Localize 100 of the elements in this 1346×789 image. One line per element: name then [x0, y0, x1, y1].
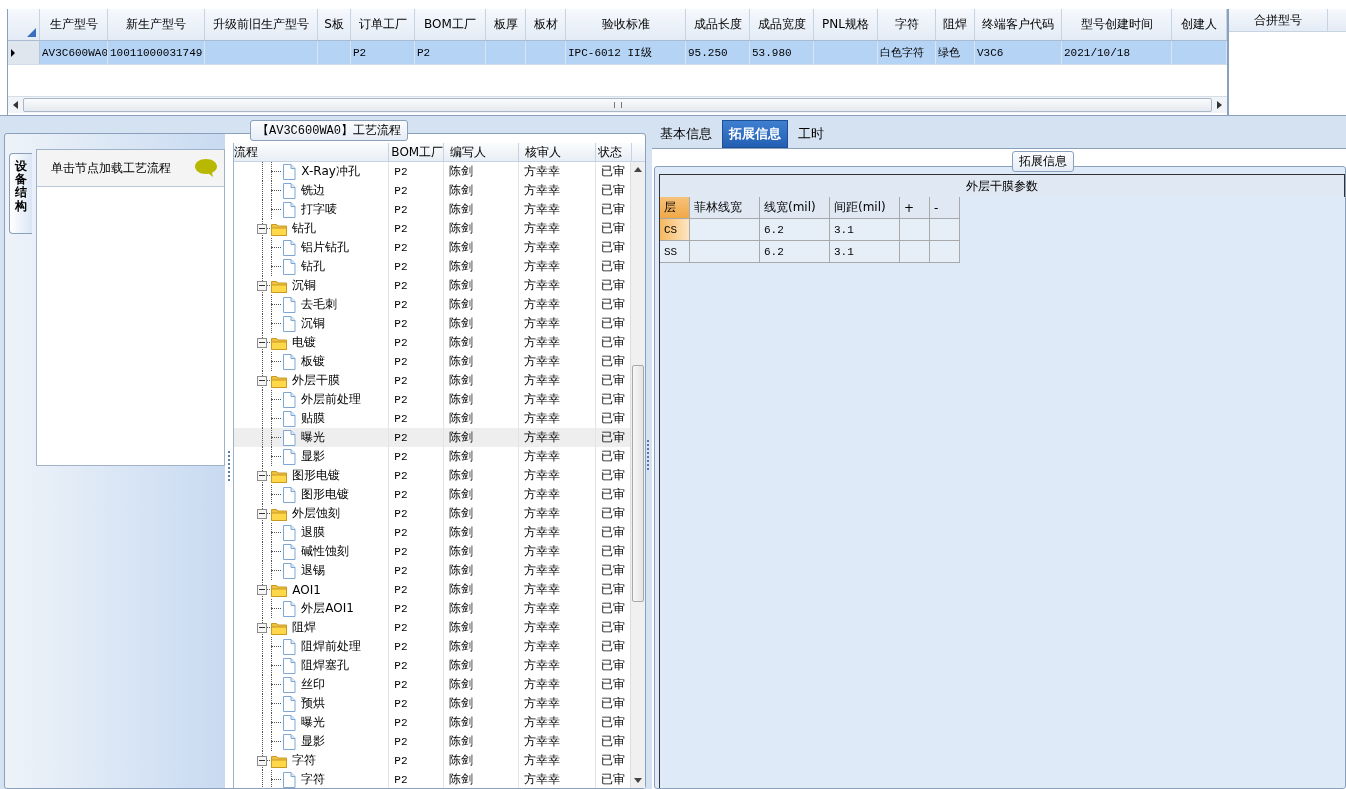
- column-header[interactable]: 订单工厂: [351, 9, 415, 40]
- table-cell: 方幸幸: [524, 391, 561, 408]
- node-label: 外层AOI1: [301, 600, 354, 617]
- table-cell: 已审: [601, 733, 626, 750]
- column-header[interactable]: 线宽(mil): [760, 197, 830, 219]
- column-header[interactable]: 验收标准: [566, 9, 686, 40]
- table-cell-text: IPC-6012 II级: [568, 46, 652, 60]
- column-header[interactable]: 终端客户代码: [975, 9, 1062, 40]
- table-cell: 方幸幸: [524, 581, 561, 598]
- table-cell: P2: [394, 279, 408, 292]
- column-header[interactable]: PNL规格: [814, 9, 878, 40]
- column-header[interactable]: S板: [318, 9, 351, 40]
- table-cell: 方幸幸: [524, 752, 561, 769]
- column-header[interactable]: 间距(mil): [830, 197, 900, 219]
- tab[interactable]: 工时: [792, 120, 830, 148]
- table-cell: 已审: [601, 182, 626, 199]
- table-cell: 已审: [601, 429, 626, 446]
- collapse-icon[interactable]: [257, 223, 268, 234]
- scroll-down-icon[interactable]: [634, 778, 643, 783]
- table-cell: 陈剑: [449, 638, 474, 655]
- table-cell: 陈剑: [449, 619, 474, 636]
- collapse-icon[interactable]: [257, 375, 268, 386]
- table-cell: 已审: [601, 562, 626, 579]
- column-header[interactable]: 成品宽度: [750, 9, 814, 40]
- grid-row[interactable]: AV3C600WA0 10011000031749 P2 P2 IPC-6012 II级 95.250 53.980 白色字符 绿色 V3C6 2021/10/18: [8, 41, 1227, 65]
- column-header[interactable]: BOM工厂: [415, 9, 486, 40]
- table-cell: P2: [394, 507, 408, 520]
- column-header[interactable]: +: [900, 197, 930, 219]
- node-label: 图形电镀: [292, 467, 341, 484]
- column-header[interactable]: 阻焊: [936, 9, 975, 40]
- table-cell: P2: [394, 203, 408, 216]
- column-header[interactable]: 字符: [878, 9, 936, 40]
- collapse-icon[interactable]: [257, 337, 268, 348]
- table-cell: [930, 241, 960, 263]
- column-header[interactable]: 升级前旧生产型号: [205, 9, 318, 40]
- column-header[interactable]: 型号创建时间: [1062, 9, 1172, 40]
- node-label: 贴膜: [301, 410, 326, 427]
- collapse-icon[interactable]: [257, 470, 268, 481]
- document-icon: [282, 638, 297, 655]
- column-header[interactable]: 新生产型号: [108, 9, 205, 40]
- horizontal-scrollbar[interactable]: [8, 96, 1227, 113]
- scroll-left-icon[interactable]: [13, 101, 18, 109]
- column-header[interactable]: -: [930, 197, 960, 219]
- table-cell: 已审: [601, 391, 626, 408]
- side-tab[interactable]: 设备结构: [9, 153, 32, 234]
- document-icon: [282, 201, 297, 218]
- column-header[interactable]: 编写人: [444, 143, 520, 161]
- table-cell: 陈剑: [449, 163, 474, 180]
- document-icon: [282, 714, 297, 731]
- table-cell: 已审: [601, 448, 626, 465]
- column-header[interactable]: 状态: [596, 143, 633, 161]
- column-header[interactable]: 生产型号: [40, 9, 108, 40]
- table-cell: 陈剑: [449, 353, 474, 370]
- column-header[interactable]: 层: [660, 197, 690, 219]
- scroll-up-icon[interactable]: [634, 167, 643, 172]
- column-header[interactable]: 流程: [234, 143, 390, 161]
- row-header[interactable]: CS: [660, 219, 690, 241]
- table-cell: 方幸幸: [524, 467, 561, 484]
- column-header[interactable]: 板厚: [486, 9, 526, 40]
- table-cell: 已审: [601, 334, 626, 351]
- column-header[interactable]: BOM工厂: [389, 143, 445, 161]
- column-header[interactable]: 成品长度: [686, 9, 750, 40]
- document-icon: [282, 410, 297, 427]
- table-cell: 方幸幸: [524, 657, 561, 674]
- row-header[interactable]: SS: [660, 241, 690, 263]
- column-header[interactable]: 菲林线宽: [690, 197, 760, 219]
- column-header[interactable]: 板材: [526, 9, 566, 40]
- node-label: AOI1: [292, 582, 321, 597]
- table-cell: 方幸幸: [524, 315, 561, 332]
- table-cell: 陈剑: [449, 467, 474, 484]
- table-cell: P2: [394, 716, 408, 729]
- column-header[interactable]: 核审人: [519, 143, 597, 161]
- node-label: 图形电镀: [301, 486, 350, 503]
- table-cell: 已审: [601, 581, 626, 598]
- collapse-icon[interactable]: [257, 280, 268, 291]
- document-icon: [282, 600, 297, 617]
- node-label: 退锡: [301, 562, 326, 579]
- table-cell: [900, 219, 930, 241]
- folder-icon: [271, 221, 288, 236]
- table-cell: 方幸幸: [524, 676, 561, 693]
- table-cell: 2021/10/18: [1064, 46, 1130, 59]
- scroll-right-icon[interactable]: [1217, 101, 1222, 109]
- collapse-icon[interactable]: [257, 508, 268, 519]
- table-cell: 陈剑: [449, 714, 474, 731]
- table-cell: P2: [394, 526, 408, 539]
- table-cell: 方幸幸: [524, 505, 561, 522]
- collapse-icon[interactable]: [257, 622, 268, 633]
- collapse-icon[interactable]: [257, 755, 268, 766]
- table-cell: 方幸幸: [524, 562, 561, 579]
- table-cell: 已审: [601, 638, 626, 655]
- table-cell: P2: [394, 165, 408, 178]
- node-label: X-Ray冲孔: [301, 163, 360, 180]
- collapse-icon[interactable]: [257, 584, 268, 595]
- tab[interactable]: 基本信息: [654, 120, 718, 148]
- tree-row[interactable]: 曝光 P2 陈剑 方幸幸 已审: [234, 428, 631, 447]
- document-icon: [282, 391, 297, 408]
- table-cell: 方幸幸: [524, 258, 561, 275]
- table-cell: 陈剑: [449, 429, 474, 446]
- vertical-scrollbar[interactable]: [630, 162, 645, 788]
- tab[interactable]: 拓展信息: [722, 120, 788, 148]
